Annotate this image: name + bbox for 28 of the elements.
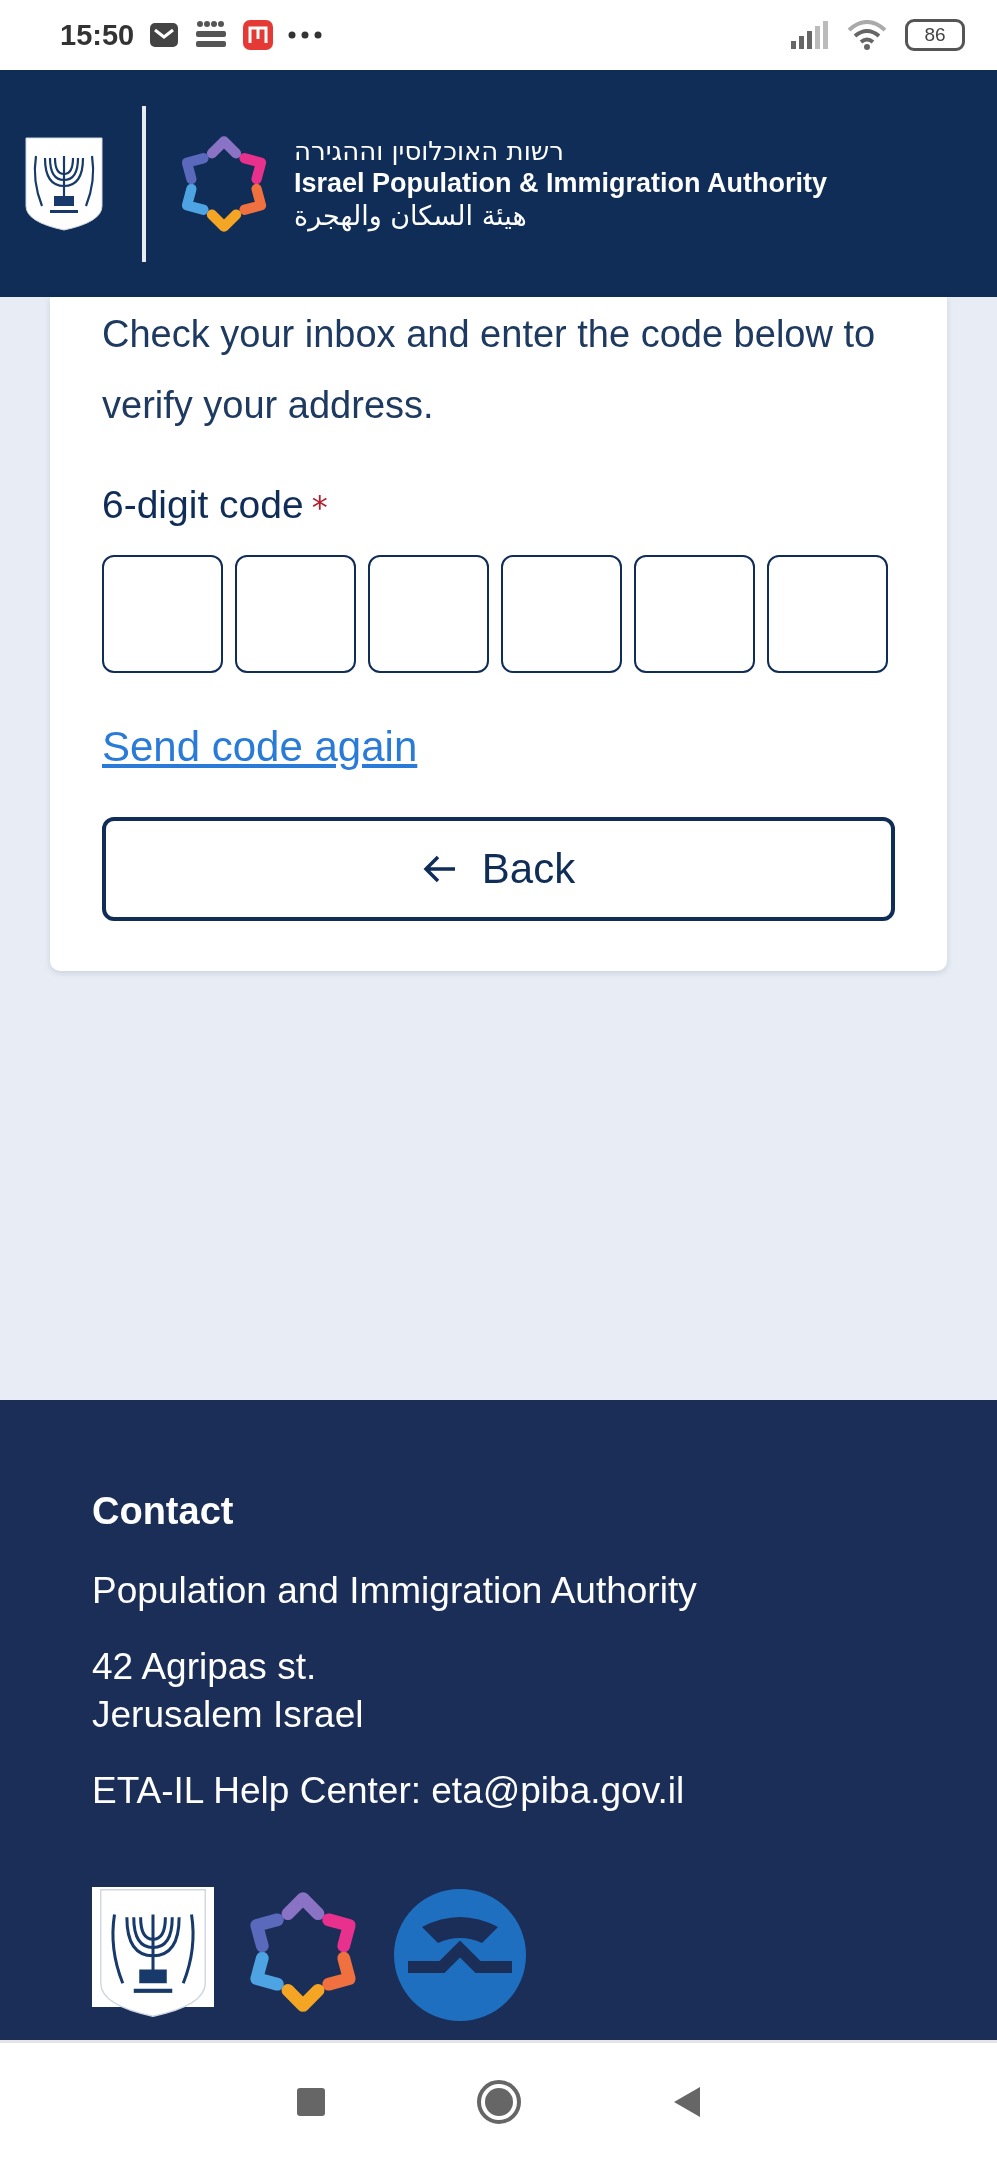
code-label: 6-digit code	[102, 483, 304, 527]
status-time: 15:50	[60, 18, 135, 52]
contact-text: 42 Agripas st. Jerusalem Israel	[92, 1645, 365, 1737]
contact-heading: Contact	[92, 1490, 235, 1533]
contact-text: Population and Immigration Authority	[92, 1569, 698, 1613]
resend-code-link[interactable]: Send code again	[102, 723, 418, 771]
arrow-left-icon	[421, 854, 458, 884]
back-button[interactable]: Back	[102, 817, 895, 921]
wifi-icon	[847, 20, 887, 50]
recent-apps-icon[interactable]	[295, 2086, 326, 2117]
required-mark: *	[311, 488, 328, 526]
authority-name: Israel Population & Immigration Authority	[294, 167, 828, 200]
authority-name-hebrew: רשות האוכלוסין וההגירה	[294, 135, 565, 167]
signal-icon	[791, 21, 829, 49]
battery-level: 86	[905, 19, 965, 51]
digit-field[interactable]	[767, 555, 888, 673]
app-icon	[242, 19, 275, 51]
authority-name-arabic: هيئة السكان والهجرة	[294, 200, 528, 232]
digit-field[interactable]	[501, 555, 622, 673]
contact-text: ETA-IL Help Center: eta@piba.gov.il	[92, 1769, 686, 1813]
digit-field[interactable]	[368, 555, 489, 673]
digit-field[interactable]	[235, 555, 356, 673]
digit-field[interactable]	[102, 555, 223, 673]
home-icon[interactable]	[475, 2078, 522, 2125]
more-icon	[288, 31, 323, 39]
emblem-icon	[24, 135, 104, 232]
digit-field[interactable]	[634, 555, 755, 673]
instructions-text: Check your inbox and enter the code below to verify your address.	[102, 312, 877, 428]
